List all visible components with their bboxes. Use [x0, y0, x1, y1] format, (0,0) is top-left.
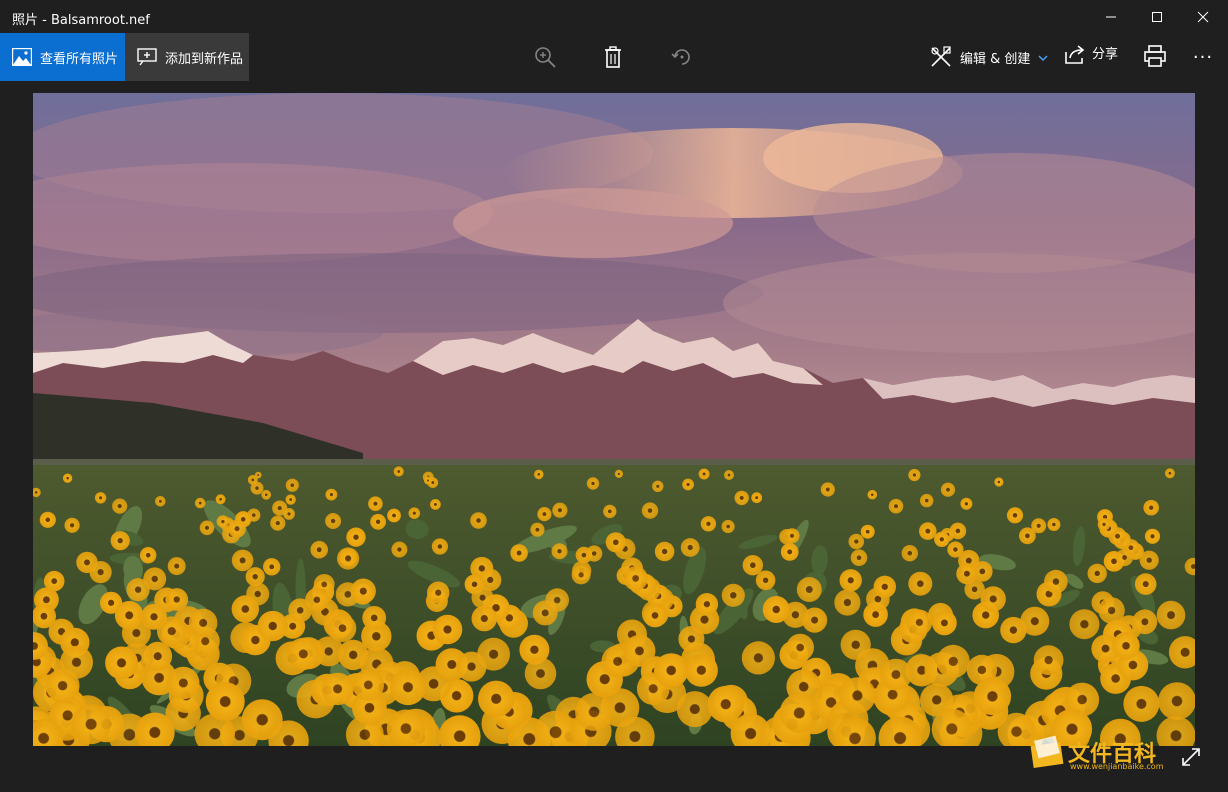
landscape-photo	[33, 93, 1195, 746]
close-button[interactable]	[1180, 0, 1226, 34]
print-icon	[1144, 45, 1166, 67]
zoom-in-button[interactable]	[528, 41, 562, 73]
title-bar: 照片 - Balsamroot.nef	[0, 0, 1228, 34]
close-icon	[1197, 11, 1209, 23]
view-all-photos-button[interactable]: 查看所有照片	[0, 33, 125, 81]
zoom-in-icon	[535, 47, 556, 68]
toolbar: 查看所有照片 添加到新作品 编辑 & 创建 分享 ···	[0, 33, 1228, 81]
rotate-icon	[671, 49, 690, 65]
minimize-button[interactable]	[1088, 0, 1134, 34]
share-label: 分享	[1092, 46, 1119, 62]
delete-icon	[605, 46, 621, 68]
edit-create-icon	[931, 46, 951, 67]
more-options-button[interactable]: ···	[1186, 46, 1220, 68]
more-icon: ···	[1192, 46, 1214, 68]
watermark: 文件百科 www.wenjianbaike.com	[1030, 734, 1170, 774]
maximize-button[interactable]	[1134, 0, 1180, 34]
watermark-logo-icon	[1030, 735, 1064, 768]
add-to-creation-icon	[137, 48, 157, 66]
share-button[interactable]: 分享	[1064, 41, 1118, 69]
maximize-icon	[1152, 12, 1162, 22]
edit-create-label: 编辑 & 创建	[960, 51, 1031, 67]
share-icon	[1065, 45, 1085, 64]
watermark-url: www.wenjianbaike.com	[1070, 762, 1164, 771]
minimize-icon	[1106, 16, 1116, 18]
edit-create-button[interactable]: 编辑 & 创建	[930, 43, 1048, 71]
image-icon	[12, 48, 32, 66]
photo-viewer-image	[33, 93, 1195, 746]
rotate-button[interactable]	[665, 41, 699, 73]
add-to-creation-button[interactable]: 添加到新作品	[125, 33, 249, 81]
delete-button[interactable]	[596, 41, 630, 73]
chevron-down-icon	[1038, 50, 1048, 65]
fullscreen-icon	[1182, 748, 1200, 766]
print-button[interactable]	[1140, 41, 1170, 71]
view-all-photos-label: 查看所有照片	[40, 51, 119, 67]
add-to-creation-label: 添加到新作品	[165, 51, 244, 67]
window-title: 照片 - Balsamroot.nef	[12, 13, 150, 28]
fullscreen-button[interactable]	[1178, 744, 1204, 770]
